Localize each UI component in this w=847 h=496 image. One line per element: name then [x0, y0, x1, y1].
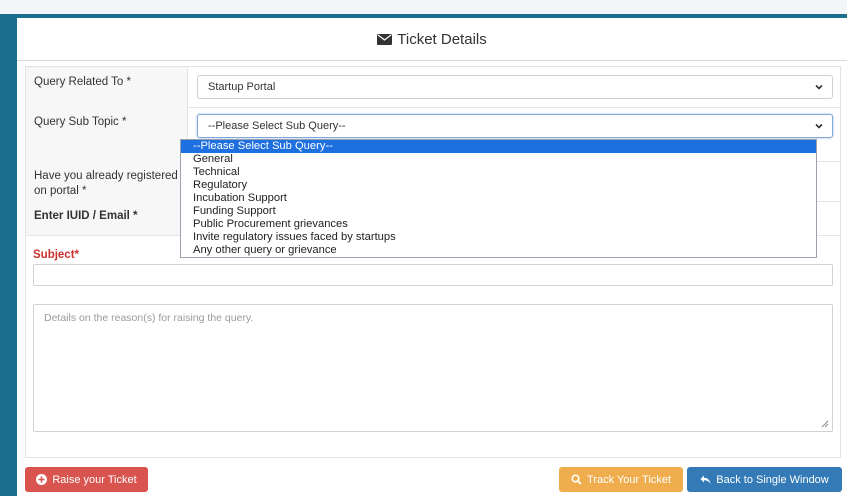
back-to-single-window-button[interactable]: Back to Single Window	[687, 467, 842, 492]
sub-topic-label: Query Sub Topic *	[26, 107, 188, 161]
chevron-down-icon	[815, 123, 823, 129]
track-ticket-label: Track Your Ticket	[587, 473, 671, 486]
registered-label-line-1: Have you already registered	[34, 170, 178, 182]
dropdown-option[interactable]: Regulatory	[181, 179, 816, 192]
query-related-label: Query Related To *	[26, 67, 188, 107]
subject-label: Subject*	[33, 249, 80, 261]
track-ticket-button[interactable]: Track Your Ticket	[559, 467, 683, 492]
plus-circle-icon	[36, 474, 48, 485]
dropdown-option[interactable]: General	[181, 153, 816, 166]
sub-topic-select[interactable]: --Please Select Sub Query--	[197, 114, 833, 138]
dropdown-option[interactable]: Incubation Support	[181, 192, 816, 205]
panel-header: Ticket Details	[17, 18, 847, 61]
registered-label: Have you already registered on portal *	[26, 161, 188, 201]
row-query-related: Query Related To * Startup Portal	[26, 67, 840, 108]
sub-query-dropdown[interactable]: --Please Select Sub Query-- General Techni…	[180, 139, 817, 258]
envelope-icon	[377, 33, 393, 45]
raise-ticket-label: Raise your Ticket	[52, 473, 137, 486]
subject-input[interactable]	[33, 264, 833, 286]
query-related-value: Startup Portal	[208, 81, 276, 93]
dropdown-option[interactable]: Invite regulatory issues faced by startu…	[181, 231, 816, 244]
search-icon	[571, 474, 582, 485]
resize-handle-icon[interactable]	[821, 420, 829, 428]
raise-ticket-button[interactable]: Raise your Ticket	[25, 467, 148, 492]
dropdown-option[interactable]: Technical	[181, 166, 816, 179]
details-placeholder: Details on the reason(s) for raising the…	[44, 312, 254, 324]
iuid-label: Enter IUID / Email *	[26, 201, 188, 235]
top-band	[0, 0, 847, 14]
page-title: Ticket Details	[397, 30, 487, 48]
sub-topic-value: --Please Select Sub Query--	[208, 120, 346, 132]
dropdown-option[interactable]: --Please Select Sub Query--	[181, 140, 816, 153]
reply-icon	[700, 475, 711, 484]
chevron-down-icon	[815, 84, 823, 90]
dropdown-option[interactable]: Any other query or grievance	[181, 244, 816, 257]
dropdown-option[interactable]: Funding Support	[181, 205, 816, 218]
query-related-select[interactable]: Startup Portal	[197, 75, 833, 99]
dropdown-option[interactable]: Public Procurement grievances	[181, 218, 816, 231]
registered-label-line-2: on portal *	[34, 185, 87, 197]
details-textarea[interactable]: Details on the reason(s) for raising the…	[33, 304, 833, 432]
back-label: Back to Single Window	[716, 473, 829, 486]
